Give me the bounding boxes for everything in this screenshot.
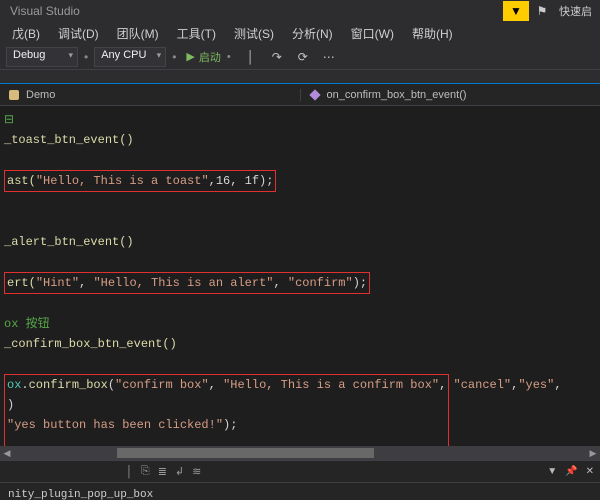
- marker-icon: ⊟: [4, 113, 14, 127]
- toolbar-more-icon[interactable]: ⋯: [319, 50, 339, 64]
- code-line: _toast_btn_event(): [4, 130, 600, 150]
- title-bar-controls: ▼ ⚑ 快速启: [503, 1, 596, 21]
- menu-help[interactable]: 帮助(H): [404, 23, 461, 44]
- start-debug-button[interactable]: ▶ 启动 •: [182, 49, 234, 65]
- toolbar-sep: │: [241, 50, 261, 64]
- output-source: nity_plugin_pop_up_box: [8, 489, 153, 500]
- confirm-call-line: ox.confirm_box("confirm box", "Hello, Th…: [4, 374, 600, 446]
- start-label: 启动: [199, 49, 221, 65]
- dropdown-icon[interactable]: ▼: [547, 466, 557, 477]
- quick-launch[interactable]: 快速启: [555, 1, 596, 21]
- output-indent-icon[interactable]: ≣: [158, 465, 167, 478]
- editor-horizontal-scrollbar[interactable]: ◀ ▶: [0, 446, 600, 460]
- title-bar: Visual Studio ▼ ⚑ 快速启: [0, 0, 600, 22]
- output-panel-header: │ ⎘ ≣ ↲ ≋ ▼ 📌 ✕: [0, 460, 600, 482]
- output-wrap-icon[interactable]: ↲: [175, 465, 184, 478]
- menu-window[interactable]: 窗口(W): [343, 23, 402, 44]
- code-line: _alert_btn_event(): [4, 232, 600, 252]
- code-line: _confirm_box_btn_event(): [4, 334, 600, 354]
- nav-method-label: on_confirm_box_btn_event(): [327, 89, 467, 101]
- scroll-thumb[interactable]: [117, 448, 374, 458]
- code-editor[interactable]: ⊟ _toast_btn_event() ast("Hello, This is…: [0, 106, 600, 446]
- output-sep-icon: │: [126, 466, 133, 478]
- output-panel-body[interactable]: nity_plugin_pop_up_box: [0, 482, 600, 500]
- toast-call-line: ast("Hello, This is a toast",16, 1f);: [4, 170, 600, 192]
- output-copy-icon[interactable]: ⎘: [141, 465, 150, 478]
- code-line: ox 按钮: [4, 314, 600, 334]
- menu-bar: 戊(B) 调试(D) 团队(M) 工具(T) 测试(S) 分析(N) 窗口(W)…: [0, 22, 600, 44]
- close-icon[interactable]: ✕: [586, 466, 594, 477]
- output-clear-icon[interactable]: ≋: [192, 465, 201, 478]
- menu-tools[interactable]: 工具(T): [169, 23, 224, 44]
- method-icon: [309, 89, 321, 101]
- play-icon: ▶: [186, 50, 194, 63]
- alert-call-line: ert("Hint", "Hello, This is an alert", "…: [4, 272, 600, 294]
- scroll-left-icon[interactable]: ◀: [0, 448, 14, 459]
- pin-icon[interactable]: 📌: [565, 466, 577, 477]
- notification-filter-icon[interactable]: ▼: [503, 1, 529, 21]
- platform-combo[interactable]: Any CPU: [94, 47, 166, 67]
- output-toolbar: │ ⎘ ≣ ↲ ≋: [6, 465, 201, 478]
- scroll-track[interactable]: [14, 448, 586, 458]
- scroll-right-icon[interactable]: ▶: [586, 448, 600, 459]
- toolbar: Debug • Any CPU • ▶ 启动 • │ ↷ ⟳ ⋯: [0, 44, 600, 70]
- code-nav-bar: Demo on_confirm_box_btn_event(): [0, 84, 600, 106]
- menu-test[interactable]: 测试(S): [226, 23, 282, 44]
- notification-flag-icon[interactable]: ⚑: [531, 1, 553, 21]
- output-panel-controls: ▼ 📌 ✕: [547, 466, 594, 477]
- nav-method-combo[interactable]: on_confirm_box_btn_event(): [301, 89, 600, 101]
- menu-team[interactable]: 团队(M): [109, 23, 167, 44]
- class-icon: [8, 89, 20, 101]
- app-title: Visual Studio: [4, 4, 80, 18]
- nav-class-label: Demo: [26, 89, 55, 101]
- step-over-icon[interactable]: ↷: [267, 50, 287, 64]
- config-combo[interactable]: Debug: [6, 47, 78, 67]
- menu-analyze[interactable]: 分析(N): [284, 23, 341, 44]
- browser-link-icon[interactable]: ⟳: [293, 50, 313, 64]
- nav-class-combo[interactable]: Demo: [0, 89, 301, 101]
- menu-debug[interactable]: 调试(D): [50, 23, 107, 44]
- menu-build[interactable]: 戊(B): [4, 23, 48, 44]
